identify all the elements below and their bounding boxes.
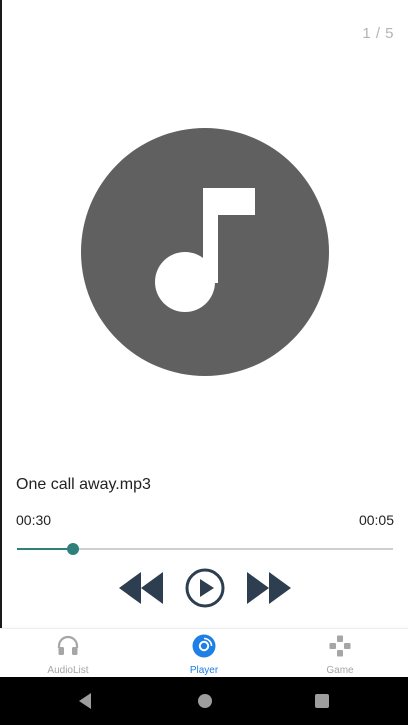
fast-forward-icon[interactable] (247, 566, 291, 610)
disc-icon (192, 634, 216, 658)
seek-bar[interactable] (17, 540, 393, 558)
nav-item-audiolist[interactable]: AudioList (0, 629, 136, 678)
nav-item-player[interactable]: Player (136, 629, 272, 678)
player-screen: 1 / 5 One call away.mp3 00:30 00:05 Audi… (0, 0, 408, 725)
gamepad-icon (329, 635, 351, 657)
nav-label-game: Game (326, 665, 354, 676)
rewind-icon[interactable] (119, 566, 163, 610)
page-indicator: 1 / 5 (362, 25, 394, 42)
current-time: 00:30 (16, 512, 52, 528)
system-navigation-bar (0, 677, 408, 725)
recent-square-icon[interactable] (312, 691, 332, 711)
nav-label-player: Player (189, 665, 219, 676)
total-time: 00:05 (358, 512, 394, 528)
playback-controls (0, 566, 408, 612)
seek-thumb[interactable] (67, 543, 80, 555)
bottom-navigation: AudioList Player Game (0, 628, 408, 678)
seek-progress (17, 547, 74, 550)
headphones-icon (57, 635, 79, 655)
nav-item-game[interactable]: Game (272, 629, 408, 678)
back-triangle-icon[interactable] (76, 691, 96, 711)
play-icon[interactable] (184, 566, 226, 610)
home-circle-icon[interactable] (195, 691, 215, 711)
nav-label-audiolist: AudioList (47, 665, 89, 676)
track-name: One call away.mp3 (16, 476, 151, 493)
album-art-music-note-icon (81, 128, 329, 376)
